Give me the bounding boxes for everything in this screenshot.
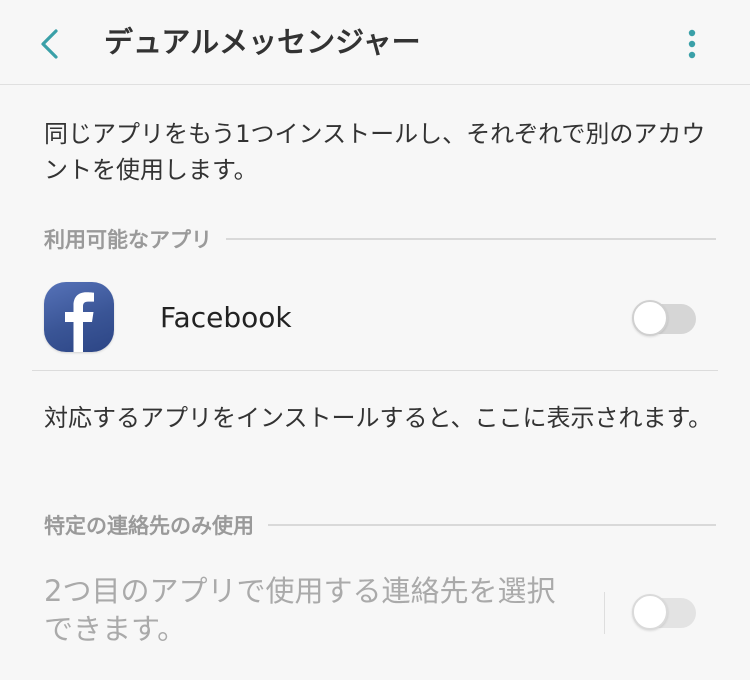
chevron-left-icon <box>41 29 58 59</box>
section-header-available-apps: 利用可能なアプリ <box>44 224 716 254</box>
more-vertical-icon <box>688 29 696 59</box>
contacts-option-text: 2つ目のアプリで使用する連絡先を選択できます。 <box>44 574 556 646</box>
facebook-toggle[interactable] <box>632 300 698 336</box>
app-row-facebook[interactable]: Facebook <box>32 270 718 371</box>
page-title: デュアルメッセンジャー <box>104 25 421 59</box>
more-options-button[interactable] <box>672 22 712 66</box>
toggle-thumb <box>632 300 668 336</box>
back-button[interactable] <box>28 22 72 66</box>
supported-apps-note: 対応するアプリをインストールすると、ここに表示されます。 <box>44 404 713 432</box>
intro-description: 同じアプリをもう1つインストールし、それぞれで別のアカウントを使用します。 <box>44 120 706 184</box>
section-header-specific-contacts: 特定の連絡先のみ使用 <box>44 510 716 540</box>
contacts-option-row: 2つ目のアプリで使用する連絡先を選択できます。 <box>44 572 718 652</box>
facebook-icon <box>44 282 114 352</box>
app-name: Facebook <box>160 301 292 334</box>
specific-contacts-toggle[interactable] <box>632 594 698 630</box>
app-bar: デュアルメッセンジャー <box>0 0 750 85</box>
section-divider <box>268 524 716 526</box>
vertical-divider <box>604 592 605 634</box>
section-label: 利用可能なアプリ <box>44 228 212 252</box>
section-divider <box>226 238 716 240</box>
toggle-thumb <box>632 594 668 630</box>
section-label: 特定の連絡先のみ使用 <box>44 514 254 538</box>
